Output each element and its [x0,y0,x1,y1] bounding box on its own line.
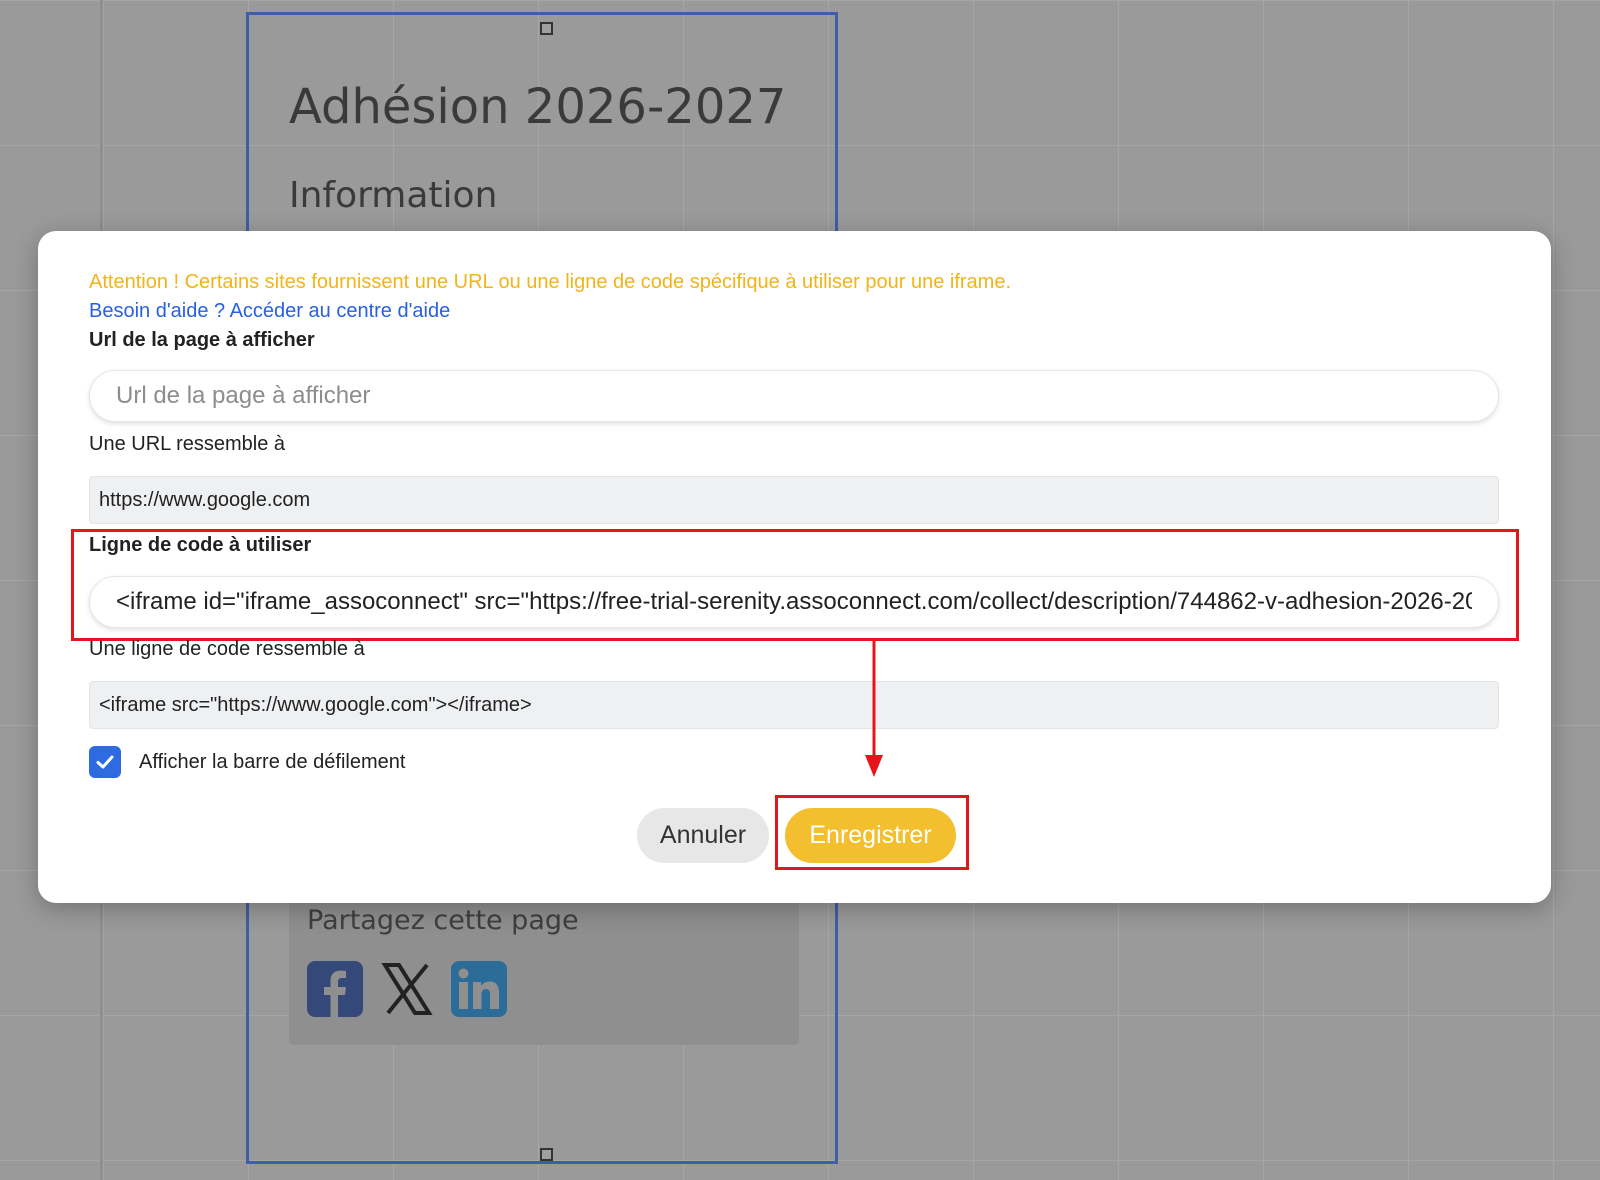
warning-message: Attention ! Certains sites fournissent u… [89,271,1012,293]
resize-handle-top[interactable] [540,22,553,35]
url-input[interactable] [89,370,1499,422]
facebook-icon[interactable] [307,961,363,1017]
page-title: Adhésion 2026-2027 [289,79,787,135]
code-example-value: <iframe src="https://www.google.com"></i… [89,681,1499,729]
scrollbar-option-label: Afficher la barre de défilement [139,751,406,773]
code-input[interactable] [89,576,1499,628]
help-center-link[interactable]: Besoin d'aide ? Accéder au centre d'aide [89,300,450,323]
cancel-button[interactable]: Annuler [637,808,769,863]
resize-handle-bottom[interactable] [540,1148,553,1161]
check-icon [96,755,114,769]
iframe-settings-dialog: Attention ! Certains sites fournissent u… [38,231,1551,903]
x-icon[interactable] [379,961,435,1017]
share-title: Partagez cette page [307,905,579,936]
url-example-label: Une URL ressemble à [89,433,286,455]
linkedin-icon[interactable] [451,961,507,1017]
url-example-value: https://www.google.com [89,476,1499,524]
url-field-label: Url de la page à afficher [89,329,315,351]
section-title: Information [289,175,498,216]
save-button[interactable]: Enregistrer [785,808,956,863]
code-example-label: Une ligne de code ressemble à [89,638,365,660]
code-field-label: Ligne de code à utiliser [89,534,312,556]
scrollbar-checkbox[interactable] [89,746,121,778]
